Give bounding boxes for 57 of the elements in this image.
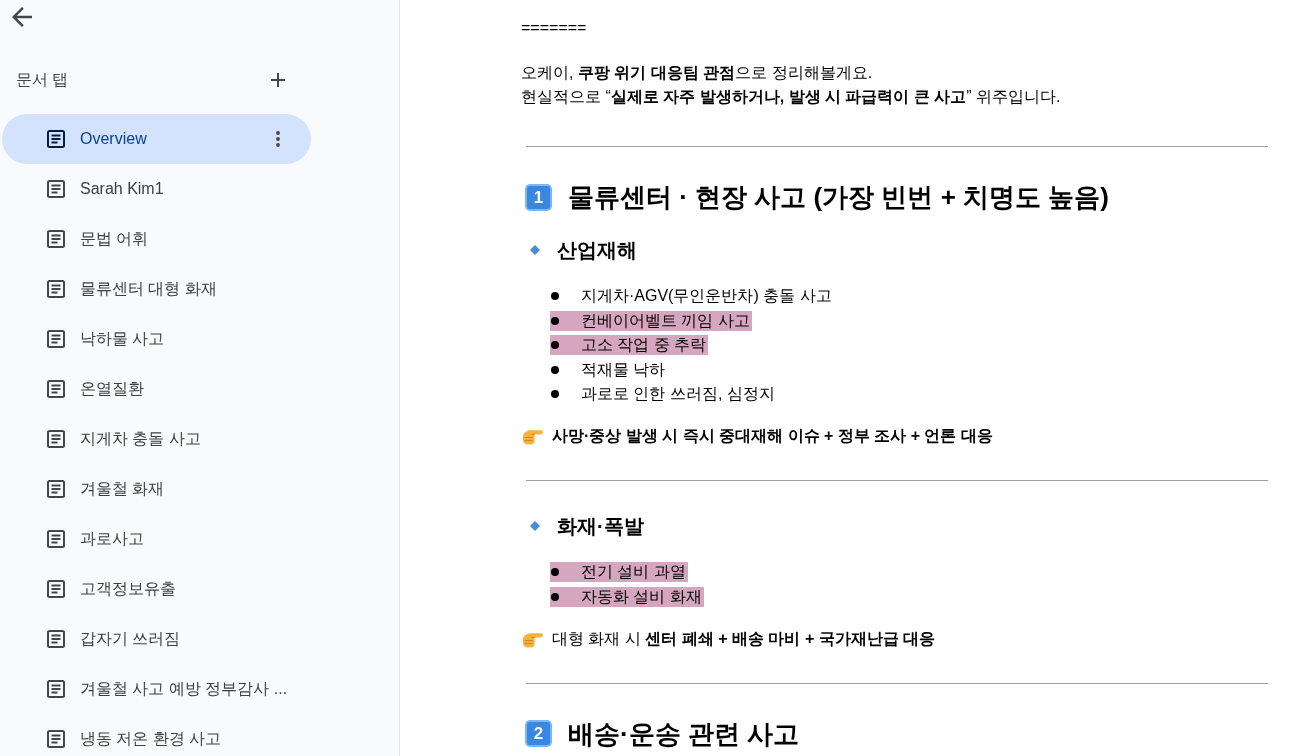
bullet-icon (551, 365, 559, 374)
keycap-number: 1 (525, 183, 552, 211)
document-tab[interactable]: 고객정보유출 (2, 564, 311, 614)
paragraph-text: 오케이, 쿠팡 위기 대응팀 관점으로 정리해볼게요. 현실적으로 “실제로 자주 발생하거나, 발생 시 파급력이 큰 사고” 위주입니다. (521, 63, 1061, 107)
document-tab[interactable]: 물류센터 대형 화재 (2, 264, 311, 314)
document-icon (47, 330, 65, 348)
pointing-hand-icon (523, 427, 543, 445)
list-item-text: 전기 설비 과열 (581, 562, 686, 582)
document-tab[interactable]: 지게차 충돌 사고 (2, 414, 311, 464)
document-icon (47, 680, 65, 698)
sidebar-title: 문서 탭 (16, 69, 69, 90)
list-item-text: 고소 작업 중 추락 (581, 335, 707, 355)
document-tab[interactable]: 겨울철 사고 예방 정부감사 ... (2, 664, 311, 714)
list-item-text: 컨베이어벨트 끼임 사고 (581, 310, 750, 331)
list-item-text: 적재물 낙하 (581, 359, 666, 380)
document-icon (47, 430, 65, 448)
document-icon (47, 280, 65, 298)
list-item-text: 과로로 인한 쓰러짐, 심정지 (581, 384, 775, 404)
document-icon (47, 480, 65, 498)
document-tab[interactable]: Sarah Kim1 (2, 164, 311, 214)
bullet-icon (551, 316, 559, 325)
document-tab[interactable]: 낙하물 사고 (2, 314, 311, 364)
subsection-heading: 산업재해 (557, 238, 637, 263)
add-tab-icon[interactable] (271, 73, 285, 87)
subsection-heading: 화재·폭발 (557, 514, 644, 539)
diamond-icon (530, 245, 540, 255)
document-icon (47, 230, 65, 248)
note-text: 사망·중상 발생 시 즉시 중대재해 이슈 + 정부 조사 + 언론 대응 (552, 426, 993, 446)
list-item-text: 지게차·AGV(무인운반차) 충돌 사고 (581, 286, 832, 306)
document-icon (47, 180, 65, 198)
section-heading: 배송·운송 관련 사고 (568, 718, 800, 749)
document-icon (47, 530, 65, 548)
document-tab[interactable]: Overview (2, 114, 311, 164)
document-tab[interactable]: 온열질환 (2, 364, 311, 414)
document-icon (47, 580, 65, 598)
document-tab[interactable]: 문법 어휘 (2, 214, 311, 264)
more-options-icon[interactable] (276, 131, 280, 147)
list-item-text: 자동화 설비 화재 (581, 586, 702, 607)
bullet-icon (551, 592, 559, 601)
bullet-icon (551, 292, 559, 300)
document-icon (47, 630, 65, 648)
note-text: 대형 화재 시 센터 폐쇄 + 배송 마비 + 국가재난급 대응 (552, 628, 936, 649)
bullet-icon (551, 341, 559, 349)
document-tab[interactable]: 겨울철 화재 (2, 464, 311, 514)
document-icon (47, 730, 65, 748)
document-icon (47, 380, 65, 398)
keycap-number: 2 (525, 720, 552, 747)
bullet-icon (551, 568, 559, 576)
bullet-icon (551, 390, 559, 398)
document-tab[interactable]: 냉동 저온 환경 사고 (2, 714, 311, 756)
document-tab[interactable]: 과로사고 (2, 514, 311, 564)
section-heading: 물류센터 · 현장 사고 (가장 빈번 + 치명도 높음) (568, 182, 1109, 212)
document-tab[interactable]: 갑자기 쓰러짐 (2, 614, 311, 664)
back-arrow-icon[interactable] (12, 7, 32, 27)
diamond-icon (530, 521, 540, 531)
separator-text: ======= (521, 18, 587, 38)
document-icon (47, 130, 65, 148)
